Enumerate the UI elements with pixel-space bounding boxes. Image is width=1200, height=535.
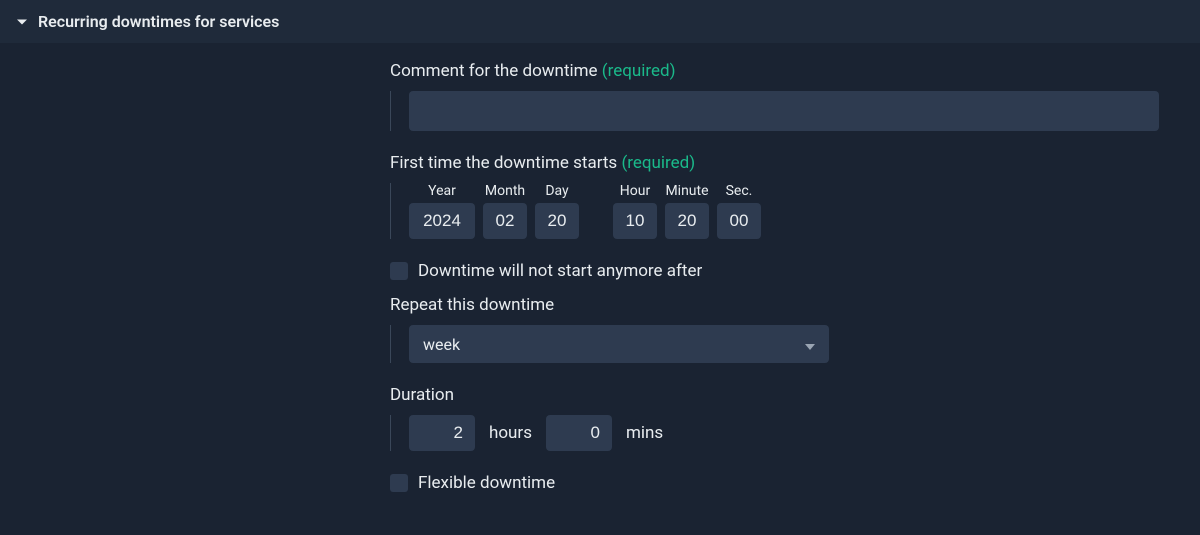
start-time-field: First time the downtime starts (required… [390,153,1170,239]
hour-input[interactable] [613,203,657,239]
comment-field: Comment for the downtime (required) [390,61,1170,131]
end-enabled-row: Downtime will not start anymore after [390,261,1170,281]
hour-header: Hour [620,183,650,199]
month-input[interactable] [483,203,527,239]
caret-down-icon [805,335,815,354]
repeat-select[interactable]: week [409,325,829,363]
chevron-down-icon [16,16,28,28]
duration-hours-input[interactable] [409,415,475,451]
repeat-value: week [423,335,460,354]
month-header: Month [485,183,525,199]
duration-field: Duration hours mins [390,385,1170,451]
end-enabled-checkbox[interactable] [390,262,408,280]
section-header[interactable]: Recurring downtimes for services [0,0,1200,43]
sec-header: Sec. [726,183,753,199]
minute-input[interactable] [665,203,709,239]
day-input[interactable] [535,203,579,239]
required-tag: (required) [602,61,676,81]
start-time-label: First time the downtime starts (required… [390,153,1170,173]
repeat-label: Repeat this downtime [390,295,1170,315]
hours-unit: hours [489,423,532,443]
section-title: Recurring downtimes for services [38,12,279,31]
flexible-row: Flexible downtime [390,473,1170,493]
mins-unit: mins [626,423,663,443]
flexible-checkbox[interactable] [390,474,408,492]
form-body: Comment for the downtime (required) Firs… [0,43,1200,493]
required-tag: (required) [621,153,695,173]
repeat-field: Repeat this downtime week [390,295,1170,363]
comment-input[interactable] [409,91,1159,131]
sec-input[interactable] [717,203,761,239]
minute-header: Minute [665,183,708,199]
comment-label: Comment for the downtime (required) [390,61,1170,81]
duration-mins-input[interactable] [546,415,612,451]
end-enabled-label: Downtime will not start anymore after [418,261,702,281]
year-input[interactable] [409,203,475,239]
year-header: Year [428,183,456,199]
flexible-label: Flexible downtime [418,473,555,493]
day-header: Day [545,183,568,199]
duration-label: Duration [390,385,1170,405]
